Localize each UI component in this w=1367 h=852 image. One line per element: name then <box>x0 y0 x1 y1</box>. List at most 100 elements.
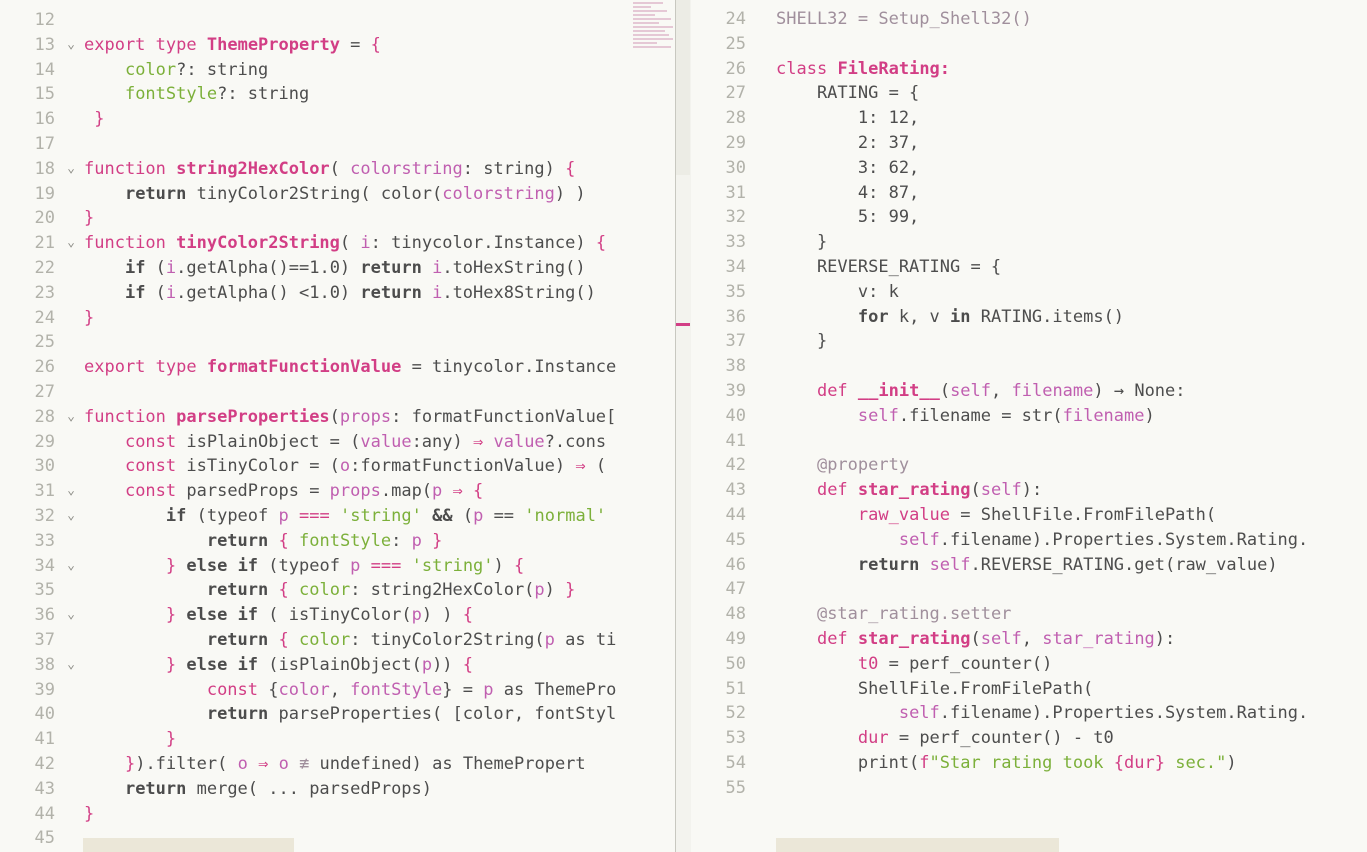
code-text[interactable]: if (typeof p === 'string' && (p == 'norm… <box>84 504 606 529</box>
code-text[interactable]: return { color: tinyColor2String(p as ti <box>84 628 617 653</box>
line-number: 50 <box>725 653 746 674</box>
code-text[interactable]: } <box>84 206 94 231</box>
line-number: 39 <box>725 380 746 401</box>
code-text[interactable]: function tinyColor2String( i: tinycolor.… <box>84 231 606 256</box>
line-number: 26 <box>34 357 55 378</box>
code-text[interactable]: return parseProperties( [color, fontStyl <box>84 702 616 727</box>
code-text[interactable]: print(f"Star rating took {dur} sec.") <box>776 751 1237 776</box>
code-text[interactable]: for k, v in RATING.items() <box>776 305 1124 330</box>
code-text[interactable]: } else if (isPlainObject(p)) { <box>84 653 473 678</box>
code-text[interactable]: def star_rating(self): <box>776 478 1042 503</box>
code-text[interactable]: ShellFile.FromFilePath( <box>776 677 1093 702</box>
line-number: 32 <box>34 505 55 526</box>
divider-line <box>675 0 676 852</box>
line-number: 24 <box>725 9 746 29</box>
right-editor-pane[interactable]: 24 SHELL32 = Setup_Shell32() 25 26 class Fil… <box>692 0 1367 852</box>
code-text[interactable]: } else if ( isTinyColor(p) ) { <box>84 603 473 628</box>
line-number: 39 <box>34 679 55 700</box>
line-number: 36 <box>725 306 746 327</box>
code-text[interactable]: const {color, fontStyle} = p as ThemePro <box>84 678 617 703</box>
code-text[interactable]: dur = perf_counter() - t0 <box>776 726 1114 751</box>
line-number: 33 <box>34 530 55 551</box>
line-number: 19 <box>34 183 55 204</box>
code-text[interactable]: raw_value = ShellFile.FromFilePath( <box>776 503 1216 528</box>
line-number: 33 <box>725 232 746 253</box>
code-text[interactable]: 1: 12, <box>776 106 919 131</box>
line-number: 12 <box>34 10 55 30</box>
line-number: 38 <box>725 356 746 377</box>
chevron-down-icon[interactable]: ⌄ <box>64 603 78 628</box>
code-text[interactable]: } <box>84 107 104 132</box>
right-horizontal-scrollbar[interactable] <box>776 838 1059 852</box>
code-text[interactable]: const isPlainObject = (value:any) ⇒ valu… <box>84 430 606 455</box>
code-text[interactable]: }).filter( o ⇒ o ≢ undefined) as ThemePr… <box>84 752 586 777</box>
minimap[interactable] <box>633 2 675 64</box>
code-text[interactable]: 3: 62, <box>776 156 919 181</box>
chevron-down-icon[interactable]: ⌄ <box>64 504 78 529</box>
code-text[interactable]: } <box>84 802 94 827</box>
line-number: 16 <box>34 109 55 130</box>
line-number: 45 <box>34 828 55 849</box>
code-text[interactable]: return merge( ... parsedProps) <box>84 777 432 802</box>
chevron-down-icon[interactable]: ⌄ <box>64 33 78 58</box>
code-text[interactable]: color?: string <box>84 58 268 83</box>
code-text[interactable]: @star_rating.setter <box>776 602 1011 627</box>
code-text[interactable]: self.filename = str(filename) <box>776 404 1155 429</box>
code-text[interactable]: class FileRating: <box>776 57 950 82</box>
line-number: 52 <box>725 703 746 724</box>
chevron-down-icon[interactable]: ⌄ <box>64 554 78 579</box>
line-number: 46 <box>725 554 746 575</box>
code-text[interactable]: @property <box>776 453 909 478</box>
line-number: 48 <box>725 604 746 625</box>
code-text[interactable]: } <box>776 230 827 255</box>
line-number: 34 <box>725 256 746 277</box>
code-text[interactable]: def __init__(self, filename) → None: <box>776 379 1186 404</box>
line-number: 40 <box>34 704 55 725</box>
chevron-down-icon[interactable]: ⌄ <box>64 405 78 430</box>
code-text[interactable]: export type ThemeProperty = { <box>84 33 381 58</box>
chevron-down-icon[interactable]: ⌄ <box>64 653 78 678</box>
line-number: 18 <box>34 158 55 179</box>
line-number: 23 <box>34 282 55 303</box>
line-number: 27 <box>725 83 746 104</box>
code-text[interactable]: function parseProperties(props: formatFu… <box>84 405 616 430</box>
code-text[interactable]: function string2HexColor( colorstring: s… <box>84 157 575 182</box>
code-text[interactable]: REVERSE_RATING = { <box>776 255 1001 280</box>
code-text[interactable]: } <box>84 727 176 752</box>
line-number: 29 <box>34 431 55 452</box>
code-text[interactable]: return tinyColor2String( color(colorstri… <box>84 182 586 207</box>
code-text[interactable]: if (i.getAlpha()==1.0) return i.toHexStr… <box>84 256 586 281</box>
code-text[interactable]: return { fontStyle: p } <box>84 529 443 554</box>
code-text[interactable]: self.filename).Properties.System.Rating. <box>776 528 1308 553</box>
code-text[interactable]: } <box>84 306 94 331</box>
line-number: 32 <box>725 207 746 228</box>
code-text[interactable]: fontStyle?: string <box>84 82 309 107</box>
code-text[interactable]: if (i.getAlpha() <1.0) return i.toHex8St… <box>84 281 596 306</box>
line-number: 28 <box>34 406 55 427</box>
code-text[interactable]: SHELL32 = Setup_Shell32() <box>776 7 1032 32</box>
code-text[interactable]: 2: 37, <box>776 131 919 156</box>
left-horizontal-scrollbar[interactable] <box>83 838 294 852</box>
code-text[interactable]: return { color: string2HexColor(p) } <box>84 578 576 603</box>
chevron-down-icon[interactable]: ⌄ <box>64 157 78 182</box>
code-text[interactable]: 5: 99, <box>776 205 919 230</box>
code-text[interactable]: return self.REVERSE_RATING.get(raw_value… <box>776 553 1278 578</box>
code-text[interactable]: t0 = perf_counter() <box>776 652 1052 677</box>
code-text[interactable]: def star_rating(self, star_rating): <box>776 627 1175 652</box>
code-text[interactable]: RATING = { <box>776 81 919 106</box>
line-number: 35 <box>34 580 55 601</box>
code-text[interactable]: v: k <box>776 280 899 305</box>
code-text[interactable]: export type formatFunctionValue = tinyco… <box>84 355 616 380</box>
line-number: 49 <box>725 628 746 649</box>
left-editor-pane[interactable]: 12 13 ⌄ export type ThemeProperty = {14 col… <box>0 0 675 852</box>
scroll-marker <box>676 323 690 326</box>
code-text[interactable]: const parsedProps = props.map(p ⇒ { <box>84 479 483 504</box>
code-text[interactable]: } <box>776 329 827 354</box>
chevron-down-icon[interactable]: ⌄ <box>64 479 78 504</box>
code-text[interactable]: const isTinyColor = (o:formatFunctionVal… <box>84 454 606 479</box>
chevron-down-icon[interactable]: ⌄ <box>64 231 78 256</box>
code-text[interactable]: 4: 87, <box>776 181 919 206</box>
code-text[interactable]: } else if (typeof p === 'string') { <box>84 554 524 579</box>
left-vertical-scrollbar-thumb[interactable] <box>676 0 690 175</box>
code-text[interactable]: self.filename).Properties.System.Rating. <box>776 701 1308 726</box>
